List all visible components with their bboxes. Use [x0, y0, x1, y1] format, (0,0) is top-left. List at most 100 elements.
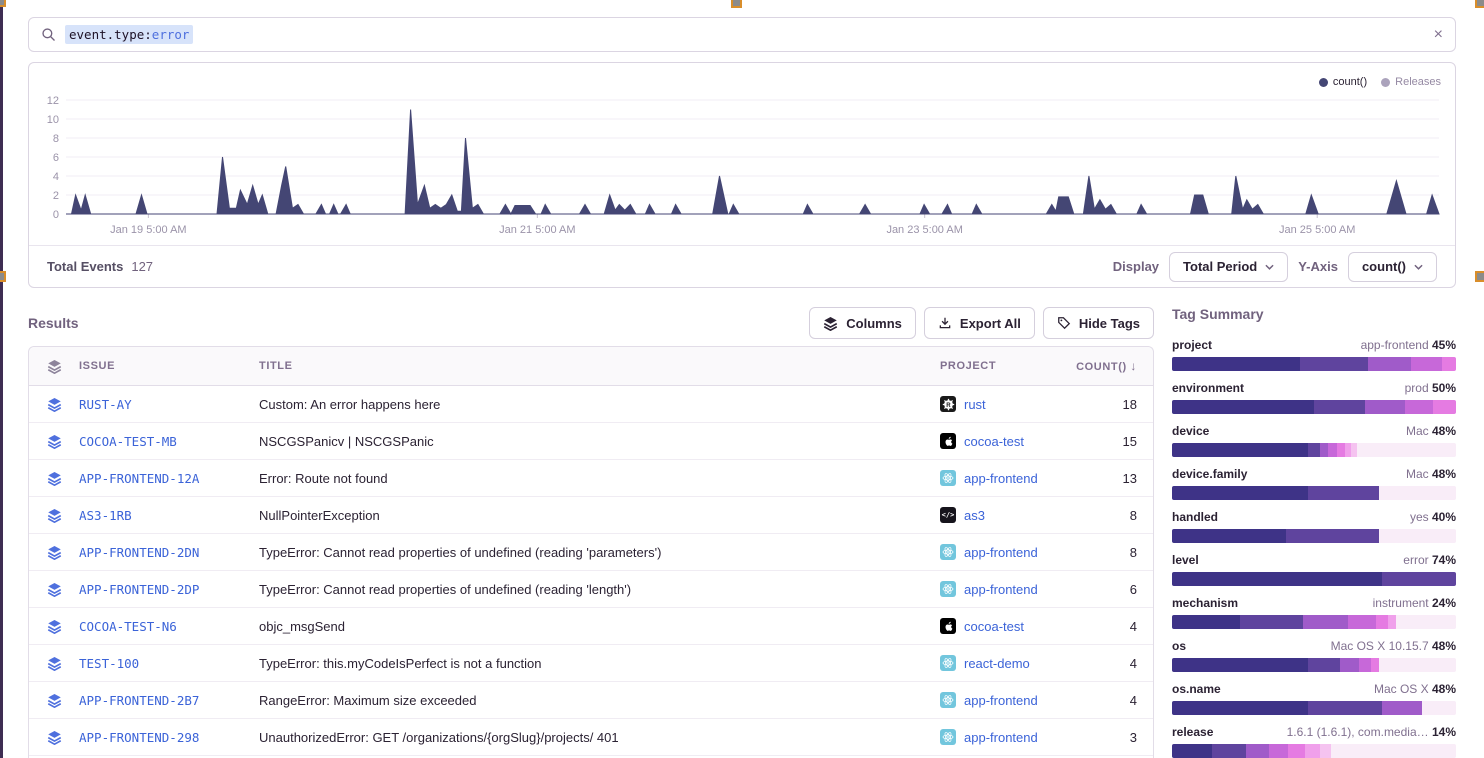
- facet-bar-segment[interactable]: [1288, 744, 1305, 758]
- issue-stack-icon[interactable]: [47, 471, 71, 486]
- facet-bar-segment[interactable]: [1340, 658, 1360, 672]
- facet-bar-segment[interactable]: [1388, 615, 1397, 629]
- search-bar[interactable]: event.type:error ×: [28, 17, 1456, 52]
- facet-bar-segment[interactable]: [1212, 744, 1246, 758]
- facet-bar-segment[interactable]: [1172, 529, 1286, 543]
- issue-stack-icon[interactable]: [47, 582, 71, 597]
- issue-link[interactable]: APP-FRONTEND-12A: [79, 471, 259, 486]
- facet-bar-segment[interactable]: [1314, 400, 1365, 414]
- facet-bar-segment[interactable]: [1405, 400, 1433, 414]
- facet-bar-segment[interactable]: [1308, 486, 1379, 500]
- facet-bar-segment[interactable]: [1172, 572, 1382, 586]
- hide-tags-button[interactable]: Hide Tags: [1043, 307, 1154, 339]
- selection-handle[interactable]: [1475, 271, 1484, 282]
- project-link[interactable]: app-frontend: [964, 582, 1038, 597]
- issue-link[interactable]: APP-FRONTEND-2DP: [79, 582, 259, 597]
- column-header-issue[interactable]: ISSUE: [79, 360, 259, 372]
- facet-bar-segment[interactable]: [1172, 615, 1240, 629]
- facet-bar-segment[interactable]: [1328, 443, 1337, 457]
- issue-link[interactable]: APP-FRONTEND-298: [79, 730, 259, 745]
- project-link[interactable]: app-frontend: [964, 693, 1038, 708]
- display-dropdown[interactable]: Total Period: [1169, 252, 1288, 282]
- issue-link[interactable]: COCOA-TEST-N6: [79, 619, 259, 634]
- selection-handle[interactable]: [0, 271, 6, 282]
- selection-handle[interactable]: [731, 0, 742, 8]
- facet-bar-segment[interactable]: [1379, 529, 1456, 543]
- facet-bar-segment[interactable]: [1376, 615, 1387, 629]
- project-link[interactable]: app-frontend: [964, 471, 1038, 486]
- column-header-count[interactable]: COUNT() ↓: [1066, 359, 1153, 373]
- clear-search-icon[interactable]: ×: [1434, 27, 1443, 43]
- facet-bar-segment[interactable]: [1240, 615, 1302, 629]
- facet-bar-segment[interactable]: [1172, 357, 1300, 371]
- facet-bar-segment[interactable]: [1269, 744, 1289, 758]
- issue-link[interactable]: TEST-100: [79, 656, 259, 671]
- events-area-chart[interactable]: 024681012Jan 19 5:00 AMJan 21 5:00 AMJan…: [29, 89, 1453, 245]
- project-link[interactable]: react-demo: [964, 656, 1030, 671]
- facet-bar-segment[interactable]: [1172, 658, 1308, 672]
- issue-stack-icon[interactable]: [47, 508, 71, 523]
- facet-bar-segment[interactable]: [1379, 658, 1456, 672]
- issue-link[interactable]: APP-FRONTEND-2DN: [79, 545, 259, 560]
- facet-bar-segment[interactable]: [1320, 744, 1331, 758]
- facet-bar-segment[interactable]: [1422, 701, 1456, 715]
- columns-button[interactable]: Columns: [809, 307, 916, 339]
- project-link[interactable]: cocoa-test: [964, 434, 1024, 449]
- selection-handle[interactable]: [1475, 0, 1484, 8]
- facet-bar-segment[interactable]: [1396, 615, 1456, 629]
- facet-bar-segment[interactable]: [1172, 701, 1308, 715]
- facet-bar-segment[interactable]: [1286, 529, 1380, 543]
- legend-item-count[interactable]: count(): [1319, 76, 1367, 88]
- facet-bar-segment[interactable]: [1172, 400, 1314, 414]
- facet-bar-segment[interactable]: [1433, 400, 1456, 414]
- issue-stack-icon[interactable]: [47, 397, 71, 412]
- issue-link[interactable]: COCOA-TEST-MB: [79, 434, 259, 449]
- issue-stack-icon[interactable]: [47, 693, 71, 708]
- facet-bar-segment[interactable]: [1348, 615, 1376, 629]
- legend-item-Releases[interactable]: Releases: [1381, 76, 1441, 88]
- facet-bar-segment[interactable]: [1172, 486, 1308, 500]
- project-link[interactable]: app-frontend: [964, 545, 1038, 560]
- facet-bar-segment[interactable]: [1308, 443, 1319, 457]
- facet-bar-segment[interactable]: [1308, 658, 1339, 672]
- issue-stack-icon[interactable]: [47, 434, 71, 449]
- y-axis-dropdown[interactable]: count(): [1348, 252, 1437, 282]
- facet-bar-segment[interactable]: [1172, 744, 1212, 758]
- project-link[interactable]: app-frontend: [964, 730, 1038, 745]
- facet-bar-segment[interactable]: [1320, 443, 1329, 457]
- facet-bar-segment[interactable]: [1382, 572, 1456, 586]
- facet-bar-segment[interactable]: [1172, 443, 1308, 457]
- facet-bar-segment[interactable]: [1371, 658, 1380, 672]
- facet-bar-segment[interactable]: [1300, 357, 1368, 371]
- facet-bar-segment[interactable]: [1442, 357, 1456, 371]
- facet-bar-segment[interactable]: [1305, 744, 1319, 758]
- issue-stack-icon[interactable]: [47, 656, 71, 671]
- facet-bar-segment[interactable]: [1308, 701, 1382, 715]
- issue-link[interactable]: RUST-AY: [79, 397, 259, 412]
- facet-bar-segment[interactable]: [1382, 701, 1422, 715]
- facet-bar: [1172, 615, 1456, 629]
- issue-stack-icon[interactable]: [47, 730, 71, 745]
- issue-link[interactable]: APP-FRONTEND-2B7: [79, 693, 259, 708]
- facet-bar-segment[interactable]: [1379, 486, 1456, 500]
- column-header-project[interactable]: PROJECT: [926, 360, 1066, 372]
- facet-bar-segment[interactable]: [1246, 744, 1269, 758]
- export-all-button[interactable]: Export All: [924, 307, 1035, 339]
- search-query-token[interactable]: event.type:error: [65, 25, 193, 44]
- facet-bar-segment[interactable]: [1368, 357, 1411, 371]
- column-header-title[interactable]: TITLE: [259, 360, 926, 372]
- facet-bar-segment[interactable]: [1365, 400, 1405, 414]
- facet-bar-segment[interactable]: [1331, 744, 1456, 758]
- issue-link[interactable]: AS3-1RB: [79, 508, 259, 523]
- facet-bar-segment[interactable]: [1337, 443, 1346, 457]
- project-link[interactable]: rust: [964, 397, 986, 412]
- facet-bar-segment[interactable]: [1411, 357, 1442, 371]
- facet-bar-segment[interactable]: [1357, 443, 1456, 457]
- facet-bar-segment[interactable]: [1359, 658, 1370, 672]
- selection-handle[interactable]: [0, 0, 6, 7]
- issue-stack-icon[interactable]: [47, 619, 71, 634]
- project-link[interactable]: cocoa-test: [964, 619, 1024, 634]
- issue-stack-icon[interactable]: [47, 545, 71, 560]
- facet-bar-segment[interactable]: [1303, 615, 1348, 629]
- project-link[interactable]: as3: [964, 508, 985, 523]
